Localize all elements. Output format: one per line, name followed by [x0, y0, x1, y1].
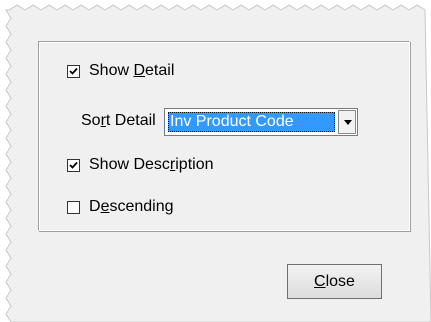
- checkmark-icon: [69, 67, 78, 75]
- show-detail-checkbox[interactable]: [67, 64, 80, 78]
- descending-option[interactable]: Descending: [67, 197, 174, 217]
- descending-label: Descending: [89, 198, 174, 215]
- sort-detail-select[interactable]: Inv Product Code: [164, 108, 358, 136]
- descending-checkbox[interactable]: [67, 200, 80, 214]
- show-detail-label: Show Detail: [89, 62, 175, 79]
- dialog-crop: Show Detail So r t Detail Inv Product Code…: [0, 0, 431, 322]
- chevron-down-icon: [344, 120, 352, 125]
- checkmark-icon: [69, 161, 78, 169]
- show-description-option[interactable]: Show Description: [67, 155, 214, 175]
- sort-detail-selected-value: Inv Product Code: [168, 112, 335, 132]
- sort-detail-label: So r t Detail: [81, 112, 156, 129]
- show-description-label: Show Description: [89, 156, 214, 173]
- show-detail-option[interactable]: Show Detail: [67, 61, 174, 81]
- show-description-checkbox[interactable]: [67, 158, 80, 172]
- dropdown-button[interactable]: [338, 110, 356, 134]
- close-button[interactable]: Close: [287, 264, 382, 299]
